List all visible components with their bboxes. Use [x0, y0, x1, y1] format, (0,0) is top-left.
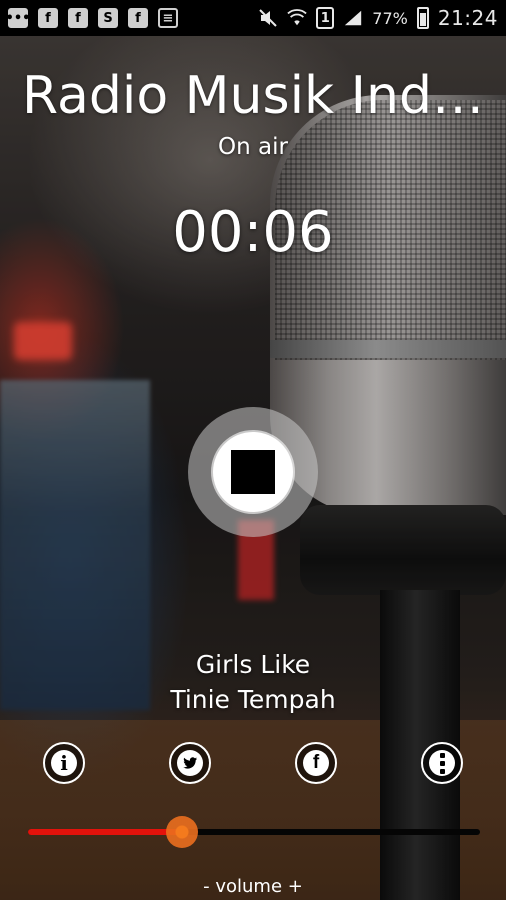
- sim-icon: 1: [316, 7, 335, 29]
- notification-icons: ••• f f S f ≡: [6, 8, 178, 28]
- volume-slider[interactable]: [28, 816, 480, 848]
- facebook-icon: f: [68, 8, 88, 28]
- skype-icon: S: [98, 8, 118, 28]
- volume-slider-thumb[interactable]: [165, 816, 198, 848]
- elapsed-timer: 00:06: [172, 200, 334, 265]
- message-icon: •••: [6, 8, 30, 28]
- info-button[interactable]: i: [43, 742, 85, 784]
- stop-button[interactable]: [188, 407, 318, 537]
- volume-label: - volume +: [203, 876, 303, 897]
- facebook-icon: f: [303, 750, 329, 776]
- song-title: Girls Like: [195, 650, 311, 679]
- facebook-icon: f: [38, 8, 58, 28]
- volume-fill: [28, 829, 182, 835]
- artist-name: Tinie Tempah: [170, 685, 336, 714]
- clock: 21:24: [437, 6, 498, 30]
- more-options-icon: [429, 750, 455, 776]
- more-options-button[interactable]: [421, 742, 463, 784]
- broadcast-status: On air: [218, 134, 288, 160]
- station-title: Radio Musik Ind…: [22, 66, 484, 126]
- mute-icon: [258, 8, 278, 28]
- system-status: 1 77% 21:24: [258, 6, 498, 30]
- status-bar: ••• f f S f ≡ 1 77% 21:24: [0, 0, 506, 36]
- battery-icon: [416, 7, 429, 29]
- facebook-button[interactable]: f: [295, 742, 337, 784]
- facebook-icon: f: [128, 8, 148, 28]
- twitter-button[interactable]: [169, 742, 211, 784]
- info-icon: i: [51, 750, 77, 776]
- twitter-icon: [177, 750, 203, 776]
- chat-icon: ≡: [158, 8, 178, 28]
- stop-button-face: [213, 432, 293, 512]
- signal-icon: [343, 8, 363, 28]
- battery-percent: 77%: [372, 8, 408, 28]
- stop-icon: [231, 450, 275, 494]
- wifi-icon: [287, 8, 307, 28]
